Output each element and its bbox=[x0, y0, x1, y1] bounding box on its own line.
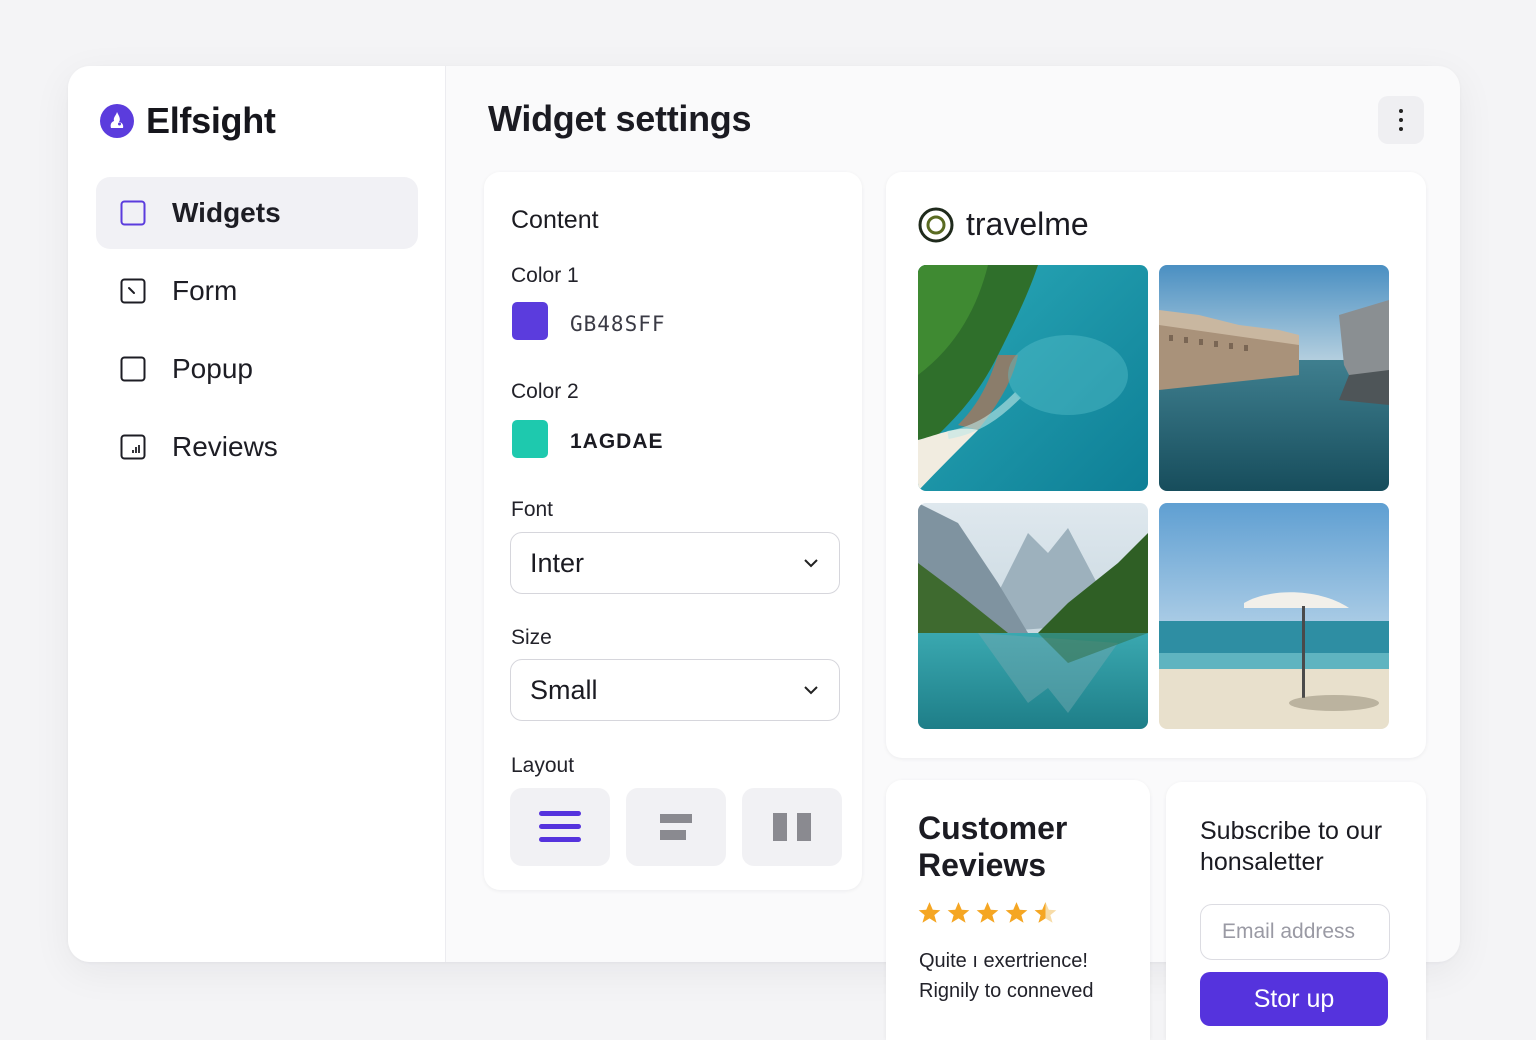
sidebar-item-form[interactable]: Form bbox=[96, 255, 418, 327]
page-title: Widget settings bbox=[488, 98, 752, 139]
more-vertical-icon bbox=[1399, 127, 1403, 131]
reviews-title: Customer Reviews bbox=[918, 810, 1068, 883]
layout-list-icon bbox=[539, 811, 581, 842]
popup-icon bbox=[120, 356, 146, 382]
star-icon bbox=[947, 902, 970, 923]
more-vertical-icon bbox=[1399, 109, 1403, 113]
chevron-down-icon bbox=[804, 559, 818, 568]
form-icon bbox=[120, 278, 146, 304]
brand[interactable]: Elfsight bbox=[100, 100, 276, 142]
feed-header: travelme bbox=[918, 206, 1089, 243]
sidebar-item-label: Reviews bbox=[172, 431, 278, 462]
layout-stack-button[interactable] bbox=[626, 788, 726, 866]
layout-stack-icon bbox=[660, 814, 692, 840]
newsletter-title: Subscribe to our honsaletter bbox=[1200, 817, 1383, 876]
review-text: Quite ı exertrience! Rignily to conneved bbox=[919, 946, 1139, 1006]
review-text-line: Rignily to conneved bbox=[919, 980, 1094, 1002]
feed-account-name: travelme bbox=[966, 206, 1089, 242]
color1-label: Color 1 bbox=[511, 264, 579, 287]
newsletter-card: Subscribe to our honsaletter Stor up bbox=[1166, 782, 1426, 1040]
beach-umbrella-photo[interactable] bbox=[1159, 503, 1389, 729]
email-field[interactable] bbox=[1200, 904, 1390, 960]
sidebar-item-label: Form bbox=[172, 275, 238, 306]
star-icon bbox=[976, 902, 999, 923]
reviews-icon bbox=[120, 434, 146, 460]
color2-swatch[interactable] bbox=[512, 420, 548, 458]
size-label: Size bbox=[511, 626, 552, 649]
color2-value[interactable]: 1AGDAE bbox=[570, 430, 664, 454]
tropical-coast-photo[interactable] bbox=[918, 265, 1148, 491]
section-title: Content bbox=[511, 206, 599, 234]
sidebar-item-widgets[interactable]: Widgets bbox=[96, 177, 418, 249]
layout-label: Layout bbox=[511, 754, 575, 777]
chevron-down-icon bbox=[804, 686, 818, 695]
star-half-icon bbox=[1034, 902, 1057, 923]
sidebar-item-popup[interactable]: Popup bbox=[96, 333, 418, 405]
layout-options bbox=[510, 788, 842, 866]
signup-button[interactable]: Stor up bbox=[1200, 972, 1388, 1026]
settings-panel: Content Color 1 GB48SFF Color 2 1AGDAE F… bbox=[484, 172, 862, 890]
color2-label: Color 2 bbox=[511, 380, 579, 403]
star-icon bbox=[918, 902, 941, 923]
square-icon bbox=[120, 200, 146, 226]
instagram-icon bbox=[918, 207, 954, 242]
instagram-feed-preview: travelme bbox=[886, 172, 1426, 758]
more-options-button[interactable] bbox=[1378, 96, 1424, 144]
sidebar-nav: Widgets Form Popup Reviews bbox=[96, 177, 418, 489]
brand-name: Elfsight bbox=[146, 100, 276, 141]
font-select[interactable]: Inter bbox=[510, 532, 840, 594]
review-text-line: Quite ı exertrience! bbox=[919, 950, 1088, 972]
sidebar-item-reviews[interactable]: Reviews bbox=[96, 411, 418, 483]
color1-value[interactable]: GB48SFF bbox=[570, 312, 666, 336]
star-icon bbox=[1005, 902, 1028, 923]
sidebar-item-label: Widgets bbox=[172, 197, 281, 228]
layout-columns-icon bbox=[773, 813, 811, 841]
mountain-lake-photo[interactable] bbox=[918, 503, 1148, 729]
more-vertical-icon bbox=[1399, 118, 1403, 122]
coastal-town-photo[interactable] bbox=[1159, 265, 1389, 491]
sidebar-item-label: Popup bbox=[172, 353, 253, 384]
layout-columns-button[interactable] bbox=[742, 788, 842, 866]
star-rating bbox=[916, 900, 1059, 926]
font-select-value: Inter bbox=[530, 547, 585, 578]
sidebar: Elfsight Widgets Form Popup Reviews bbox=[68, 66, 446, 962]
elfsight-logo-icon bbox=[100, 104, 134, 138]
font-label: Font bbox=[511, 498, 554, 521]
layout-list-button[interactable] bbox=[510, 788, 610, 866]
color1-swatch[interactable] bbox=[512, 302, 548, 340]
size-select[interactable]: Small bbox=[510, 659, 840, 721]
customer-reviews-card: Customer Reviews Quite ı exertrience! Ri… bbox=[886, 780, 1150, 1040]
size-select-value: Small bbox=[530, 674, 598, 705]
